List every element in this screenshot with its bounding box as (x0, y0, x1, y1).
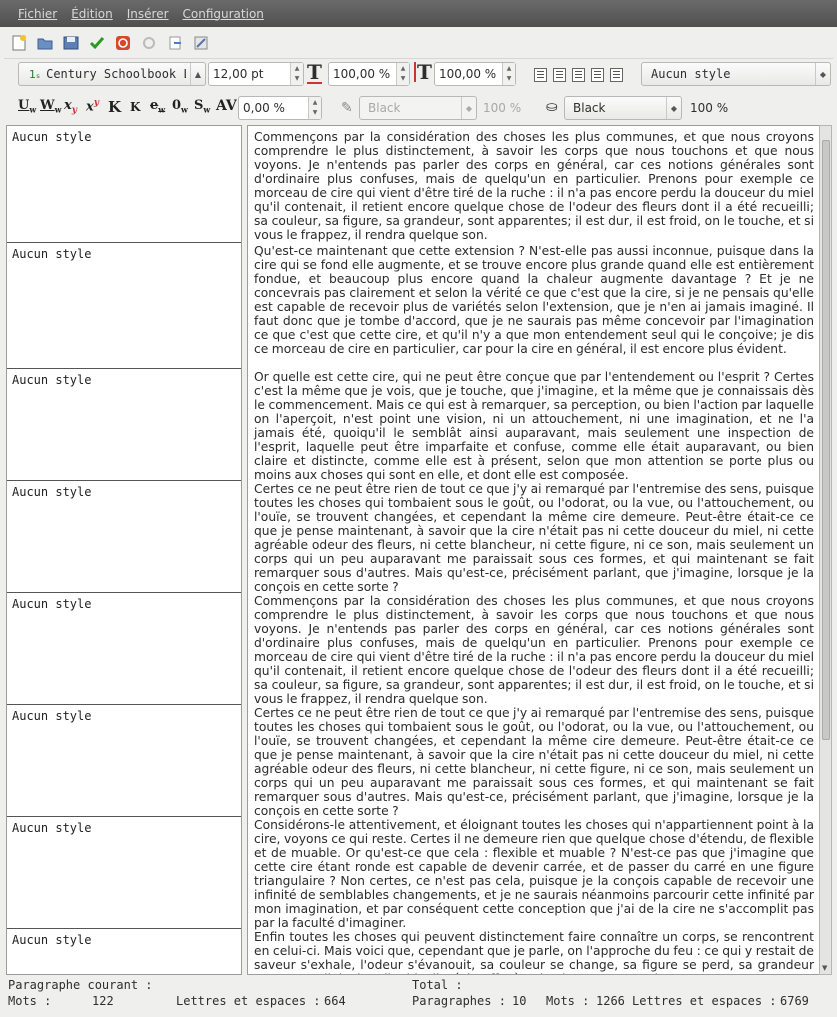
open-folder-icon[interactable] (34, 32, 56, 54)
text-editor[interactable]: Commençons par la considération des chos… (247, 125, 819, 975)
paragraph-text[interactable]: Considérons-le attentivement, et éloigna… (254, 818, 814, 930)
paragraph-style-select[interactable]: Aucun style ◆ (641, 62, 831, 86)
menu-edition[interactable]: Édition (71, 7, 113, 21)
menu-configuration[interactable]: Configuration (183, 7, 264, 21)
paragraph-style-value: Aucun style (651, 67, 731, 81)
style-cell[interactable]: Aucun style (7, 593, 241, 705)
width-scale-value: 100,00 % (333, 67, 391, 81)
style-cell[interactable]: Aucun style (7, 929, 241, 974)
height-scale-icon: T (414, 62, 432, 82)
check-icon[interactable] (86, 32, 108, 54)
paragraph-text[interactable]: Certes ce ne peut être rien de tout ce q… (254, 706, 814, 818)
font-family-select[interactable]: 1ₛ Century Schoolbook L ▲ (18, 62, 206, 86)
paragraphs-label: Paragraphes : (412, 994, 506, 1008)
underline-words-icon[interactable]: Ww (40, 98, 62, 118)
spin-buttons[interactable]: ▲ ▼ (290, 63, 303, 85)
chevron-down-icon: ◆ (666, 97, 681, 119)
chevron-down-icon: ◆ (815, 63, 830, 85)
style-cell[interactable]: Aucun style (7, 369, 241, 481)
menu-inserer[interactable]: Insérer (127, 7, 169, 21)
paragraph-text[interactable]: Commençons par la considération des chos… (254, 130, 814, 242)
char-spacing-input[interactable]: 0,00 % ▲ ▼ (238, 96, 322, 120)
stroke-color-select[interactable]: Black ◆ (359, 96, 477, 120)
menu-fichier[interactable]: Fichier (18, 7, 57, 21)
fill-opacity-value[interactable]: 100 % (690, 101, 728, 115)
small-caps-icon[interactable]: K (130, 100, 140, 120)
fill-color-value: Black (573, 101, 606, 115)
height-scale-value: 100,00 % (439, 67, 497, 81)
font-size-value: 12,00 pt (213, 67, 264, 81)
font-type-icon: 1ₛ (29, 67, 41, 81)
spin-buttons[interactable]: ▲ ▼ (396, 63, 409, 85)
chevron-down-icon: ◆ (461, 97, 476, 119)
style-cell[interactable]: Aucun style (7, 243, 241, 369)
export-icon[interactable] (164, 32, 186, 54)
align-justify-icon[interactable] (591, 68, 604, 82)
strikethrough-icon[interactable]: ew (150, 98, 165, 118)
save-icon[interactable] (60, 32, 82, 54)
fill-bucket-icon: ⛀ (546, 99, 558, 115)
align-center-icon[interactable] (553, 68, 566, 82)
subscript-icon[interactable]: xy (64, 98, 77, 118)
words-total-label: Mots : (546, 994, 590, 1008)
paragraph-text[interactable]: Qu'est-ce maintenant que cette extension… (254, 244, 814, 356)
style-cell[interactable]: Aucun style (7, 705, 241, 817)
char-spacing-value: 0,00 % (243, 101, 285, 115)
paragraph-text[interactable]: Certes ce ne peut être rien de tout ce q… (254, 482, 814, 594)
width-scale-input[interactable]: 100,00 % ▲ ▼ (328, 62, 410, 86)
shadow-icon[interactable]: Sw (194, 98, 210, 118)
paragraph-text[interactable]: Commençons par la considération des chos… (254, 594, 814, 706)
total-label: Total : (412, 978, 463, 992)
width-scale-icon: T (307, 60, 322, 84)
style-cell[interactable]: Aucun style (7, 126, 241, 243)
align-left-icon[interactable] (534, 68, 547, 82)
style-cell[interactable]: Aucun style (7, 481, 241, 593)
spin-buttons[interactable]: ▲ ▼ (308, 97, 321, 119)
font-toolbar: 1ₛ Century Schoolbook L ▲ 12,00 pt ▲ ▼ T … (16, 62, 836, 88)
style-cell[interactable]: Aucun style (7, 817, 241, 929)
paragraph-text[interactable]: Enfin toutes les choses qui peuvent dist… (254, 930, 814, 974)
fill-color-select[interactable]: Black ◆ (564, 96, 682, 120)
outline-icon[interactable]: 0w (172, 98, 188, 118)
words-label: Mots : (8, 994, 52, 1008)
menu-bar: Fichier Édition Insérer Configuration (0, 0, 837, 27)
paragraphs-total-value: 10 (512, 994, 527, 1008)
align-forced-icon[interactable] (610, 68, 623, 82)
letters-total-label: Lettres et espaces : (632, 994, 777, 1008)
main-toolbar (8, 31, 212, 55)
height-scale-input[interactable]: 100,00 % ▲ ▼ (434, 62, 516, 86)
kerning-icon: AV (216, 98, 237, 114)
align-right-icon[interactable] (572, 68, 585, 82)
style-column: Aucun style Aucun style Aucun style Aucu… (6, 125, 242, 975)
scrollbar-thumb[interactable] (822, 140, 830, 740)
font-size-input[interactable]: 12,00 pt ▲ ▼ (208, 62, 304, 86)
pen-icon: ✎ (341, 100, 353, 116)
letters-label: Lettres et espaces : (176, 994, 321, 1008)
stop-icon[interactable] (112, 32, 134, 54)
paragraph-text[interactable]: Or quelle est cette cire, qui ne peut êt… (254, 370, 814, 482)
stroke-opacity-value[interactable]: 100 % (483, 101, 521, 115)
words-total-value: 1266 (596, 994, 625, 1008)
scroll-down-icon[interactable]: ▼ (822, 964, 827, 972)
refresh-icon[interactable] (138, 32, 160, 54)
letters-current-value: 664 (324, 994, 346, 1008)
all-caps-icon[interactable]: K (108, 98, 121, 118)
font-family-value: Century Schoolbook L (46, 67, 187, 81)
toolbar-separator (4, 58, 833, 59)
stroke-color-value: Black (368, 101, 401, 115)
letters-total-value: 6769 (780, 994, 809, 1008)
new-document-icon[interactable] (8, 32, 30, 54)
underline-icon[interactable]: Uw (18, 98, 36, 118)
edit-icon[interactable] (190, 32, 212, 54)
current-paragraph-label: Paragraphe courant : (8, 978, 153, 992)
spin-buttons[interactable]: ▲ ▼ (502, 63, 515, 85)
effects-toolbar: Uw Ww xy xy K K ew 0w Sw AV 0,00 % ▲ ▼ ✎ … (16, 96, 836, 122)
chevron-down-icon: ▲ (190, 63, 205, 85)
words-current-value: 122 (92, 994, 114, 1008)
superscript-icon[interactable]: xy (86, 98, 99, 118)
vertical-scrollbar[interactable]: ▼ (819, 125, 832, 975)
